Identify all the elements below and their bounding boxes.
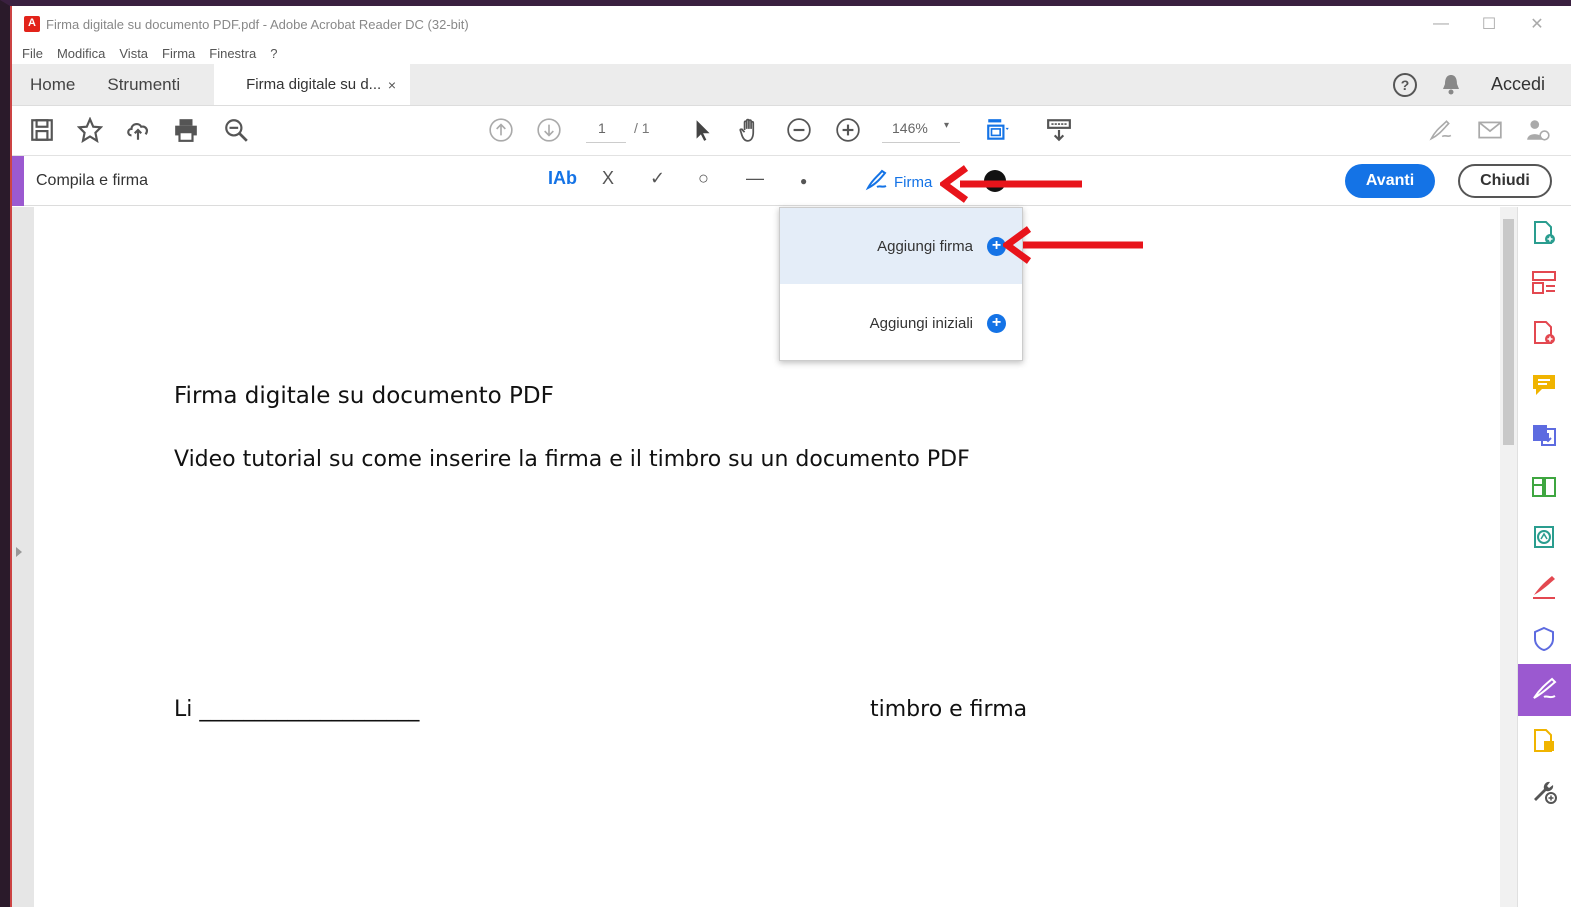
menu-bar: File Modifica Vista Firma Finestra ?	[12, 42, 1571, 64]
share-user-icon[interactable]	[1524, 116, 1552, 144]
page-input-underline	[586, 142, 626, 143]
fill-sign-active-icon[interactable]	[1530, 676, 1558, 704]
create-pdf-icon[interactable]	[1530, 219, 1558, 247]
add-initials-item[interactable]: Aggiungi iniziali +	[780, 285, 1022, 361]
next-page-icon[interactable]	[535, 116, 563, 144]
protect-edit-icon[interactable]	[1530, 523, 1558, 551]
edit-pdf-icon[interactable]	[1530, 421, 1558, 449]
sign-dropdown-menu: Aggiungi firma + Aggiungi iniziali +	[779, 207, 1023, 361]
add-signature-label: Aggiungi firma	[877, 237, 973, 255]
window-controls: — ☐ ✕	[1417, 6, 1561, 42]
zoom-in-icon[interactable]	[834, 116, 862, 144]
fill-sign-title: Compila e firma	[36, 172, 149, 189]
circle-tool[interactable]: ○	[698, 168, 709, 189]
menu-help[interactable]: ?	[270, 46, 277, 61]
dot-tool[interactable]: ●	[800, 174, 807, 188]
check-tool[interactable]: ✓	[650, 168, 665, 189]
select-cursor-icon[interactable]	[688, 116, 716, 144]
fill-sign-toolbar: Compila e firma IAb X ✓ ○ — ● Firma Avan…	[12, 156, 1571, 206]
zoom-search-icon[interactable]	[222, 116, 250, 144]
minimize-button[interactable]: —	[1417, 15, 1465, 33]
shield-icon[interactable]	[1530, 625, 1558, 653]
line-tool[interactable]: —	[746, 168, 764, 189]
place-date-line: Li ____________________	[174, 697, 420, 722]
maximize-button[interactable]: ☐	[1465, 14, 1513, 34]
tab-bar: Home Strumenti Firma digitale su d... × …	[12, 64, 1571, 106]
annotation-arrow-add-signature	[1003, 226, 1143, 264]
right-tools-panel	[1517, 207, 1571, 907]
sign-button[interactable]: Firma	[864, 168, 932, 196]
compress-icon[interactable]	[1530, 473, 1558, 501]
tab-bar-actions: ? Accedi	[1392, 64, 1571, 105]
title-bar: Firma digitale su documento PDF.pdf - Ad…	[12, 6, 1571, 42]
sign-pen-icon	[864, 168, 888, 196]
menu-finestra[interactable]: Finestra	[209, 46, 256, 61]
document-title: Firma digitale su documento PDF	[174, 383, 554, 409]
signature-label: timbro e firma	[870, 697, 1028, 722]
fill-sign-icon[interactable]	[1530, 573, 1558, 601]
bookmark-star-icon[interactable]	[76, 116, 104, 144]
sign-button-label: Firma	[894, 173, 933, 191]
window-title: Firma digitale su documento PDF.pdf - Ad…	[46, 16, 469, 32]
cross-tool[interactable]: X	[602, 168, 614, 189]
cloud-upload-icon[interactable]	[124, 116, 152, 144]
zoom-out-icon[interactable]	[785, 116, 813, 144]
zoom-underline	[882, 142, 960, 143]
page-total: / 1	[634, 120, 650, 136]
zoom-level[interactable]: 146%	[892, 120, 928, 136]
sign-in-link[interactable]: Accedi	[1491, 74, 1545, 95]
bell-icon[interactable]	[1441, 74, 1461, 96]
scroll-thumb[interactable]	[1503, 219, 1514, 445]
close-fill-sign-button[interactable]: Chiudi	[1458, 164, 1552, 198]
send-for-review-icon[interactable]	[1530, 727, 1558, 755]
acrobat-icon	[24, 16, 40, 32]
menu-firma[interactable]: Firma	[162, 46, 195, 61]
add-initials-label: Aggiungi iniziali	[869, 314, 973, 332]
vertical-scrollbar[interactable]	[1500, 207, 1517, 907]
menu-file[interactable]: File	[22, 46, 43, 61]
expand-panel-icon[interactable]	[16, 547, 22, 557]
fill-sign-accent	[12, 156, 24, 206]
add-signature-item[interactable]: Aggiungi firma +	[780, 208, 1022, 284]
add-text-tool[interactable]: IAb	[548, 168, 577, 189]
page-number-input[interactable]: 1	[598, 120, 606, 136]
zoom-dropdown-icon[interactable]: ▾	[944, 120, 949, 131]
menu-modifica[interactable]: Modifica	[57, 46, 105, 61]
fit-page-icon[interactable]	[984, 116, 1012, 144]
hand-tool-icon[interactable]	[736, 116, 764, 144]
main-toolbar: 1 / 1 146% ▾	[12, 106, 1571, 156]
read-mode-icon[interactable]	[1045, 116, 1073, 144]
help-icon[interactable]: ?	[1392, 72, 1417, 97]
menu-vista[interactable]: Vista	[119, 46, 148, 61]
next-button[interactable]: Avanti	[1345, 164, 1435, 198]
tab-tools[interactable]: Strumenti	[91, 64, 196, 105]
close-tab-icon[interactable]: ×	[388, 77, 396, 93]
tab-home[interactable]: Home	[12, 64, 91, 105]
document-subtitle: Video tutorial su come inserire la firma…	[174, 447, 970, 472]
email-icon[interactable]	[1476, 116, 1504, 144]
tab-document[interactable]: Firma digitale su d... ×	[214, 64, 411, 105]
pdf-page[interactable]: Firma digitale su documento PDF Video tu…	[34, 207, 1500, 907]
save-icon[interactable]	[28, 116, 56, 144]
print-icon[interactable]	[172, 116, 200, 144]
close-window-button[interactable]: ✕	[1513, 14, 1561, 34]
previous-page-icon[interactable]	[487, 116, 515, 144]
comment-icon[interactable]	[1530, 371, 1558, 399]
plus-circle-icon: +	[987, 313, 1006, 333]
more-tools-icon[interactable]	[1530, 777, 1558, 805]
organize-pages-icon[interactable]	[1530, 269, 1558, 297]
export-pdf-icon[interactable]	[1530, 319, 1558, 347]
tab-document-label: Firma digitale su d...	[246, 76, 382, 93]
document-viewer: Firma digitale su documento PDF Video tu…	[12, 207, 1517, 907]
annotation-arrow-sign	[940, 165, 1082, 203]
sign-pen-icon[interactable]	[1426, 116, 1454, 144]
